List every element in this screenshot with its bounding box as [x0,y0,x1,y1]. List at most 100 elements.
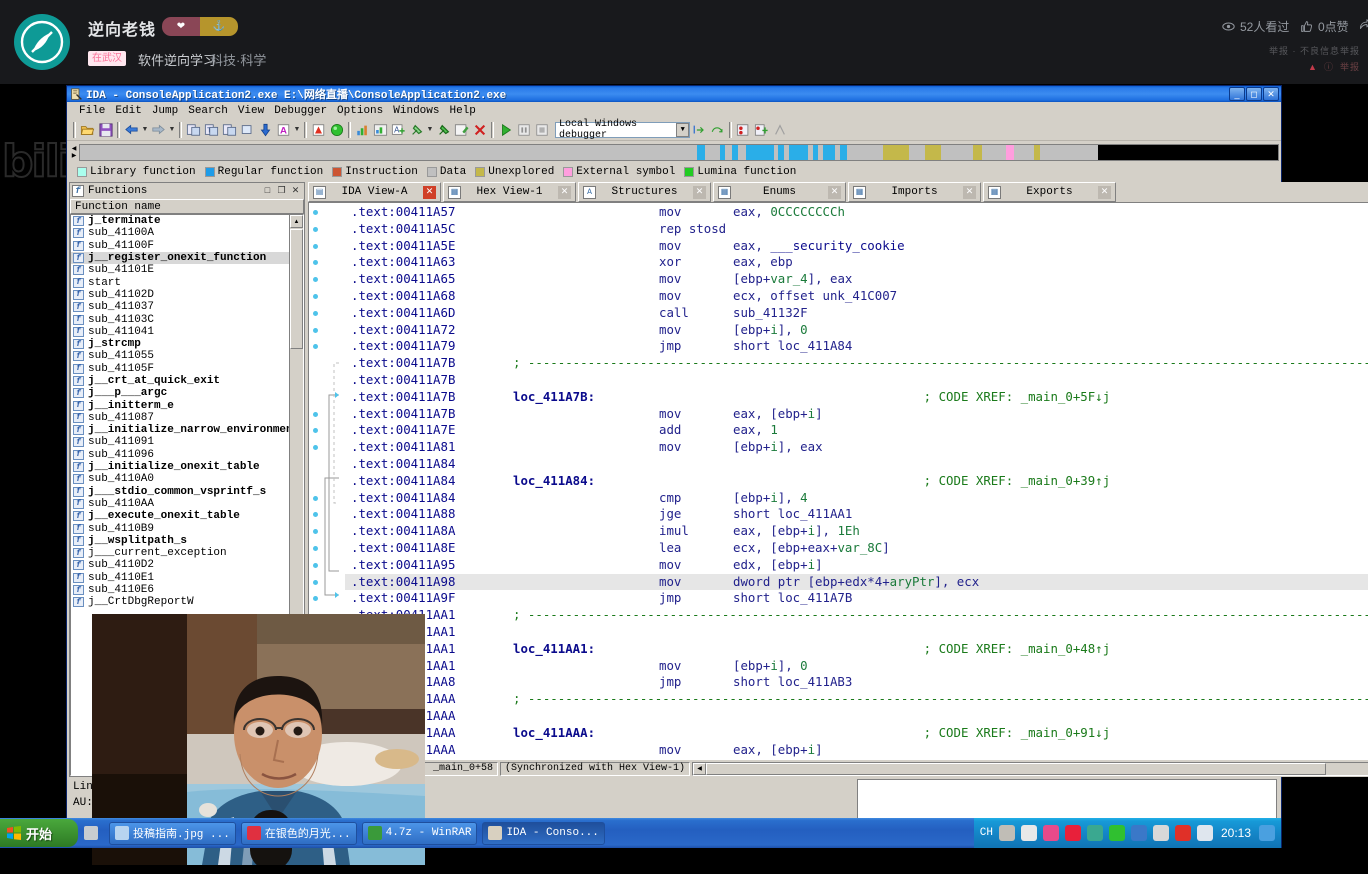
volume-icon[interactable] [1196,825,1213,841]
scroll-left-icon[interactable]: ◀ [693,762,707,775]
disassembly-line[interactable]: .text:00411A9F jmp short loc_411A7B [345,590,1368,607]
taskbar-task-button[interactable]: 在银色的月光... [240,821,357,845]
function-list-item[interactable]: f j__register_onexit_function [71,251,289,265]
function-list-item[interactable]: f sub_4110B9 [71,522,289,535]
forward-dropdown-icon[interactable]: ▼ [168,122,176,138]
function-list-item[interactable]: f j__initialize_narrow_environmen [71,424,289,436]
stream-area-parent[interactable]: 科技·科学 [210,50,266,69]
function-list-item[interactable]: f sub_4110E1 [71,572,289,584]
report-link-row-2[interactable]: ▲ ⓘ 举报 [1308,60,1360,73]
functions-panel-titlebar[interactable]: f Functions □ ❐ ✕ [70,183,304,199]
shield-icon[interactable] [1086,825,1103,841]
operand-variable[interactable]: i [808,523,815,540]
operand-variable[interactable]: i [770,490,777,507]
horizontal-scrollbar[interactable]: ◀ ▶ [692,761,1368,776]
breakpoints-icon[interactable] [735,121,752,138]
tab-structures[interactable]: A Structures ✕ [578,182,711,202]
taskbar-task-button[interactable]: IDA - Conso... [482,821,605,845]
functions-panel-dock-button[interactable]: ❐ [275,185,288,198]
start-button[interactable]: 开始 [0,819,78,847]
run-green-icon[interactable] [328,121,345,138]
function-list-item[interactable]: f sub_4110D2 [71,559,289,571]
disassembly-line[interactable]: .text:00411A7B loc_411A7B: ; CODE XREF: _m… [345,389,1368,406]
maximize-button[interactable]: ◻ [1246,87,1262,101]
analysis-icon[interactable] [310,121,327,138]
nav-band-arrows[interactable]: ◀ ▶ [69,143,79,161]
hscroll-thumb[interactable] [706,762,1327,775]
tab-close-icon[interactable]: ✕ [963,185,976,199]
function-list-item[interactable]: f sub_4110AA [71,498,289,510]
disassembly-line[interactable]: .text:00411A57 mov eax, 0CCCCCCCCh [345,204,1368,221]
operand-variable[interactable]: aryPtr [890,574,935,591]
keyboard-icon[interactable] [998,825,1015,841]
debugger-select[interactable]: Local Windows debugger ▼ [555,119,690,141]
sync-icon[interactable] [1108,825,1125,841]
operand-variable[interactable]: i [808,557,815,574]
function-list-item[interactable]: f sub_411055 [71,350,289,362]
function-list-item[interactable]: f j__initterm_e [71,399,289,412]
disassembly-line[interactable]: .text:00411AAAmoveax, [ebp+i] [345,742,1368,759]
disassembly-line[interactable]: .text:00411A7E add eax, 1 [345,422,1368,439]
disassembly-line[interactable]: .text:00411A88 jge short loc_411AA1 [345,506,1368,523]
save-icon[interactable] [97,121,114,138]
delete-red-x-icon[interactable] [471,121,488,138]
menu-search[interactable]: Search [183,105,233,117]
disassembly-line[interactable]: .text:00411AADaddeax, 1 [345,758,1368,759]
anchor-icon[interactable]: ⚓ [200,17,238,36]
disassembly-line[interactable]: .text:00411A68 mov ecx, offset unk_41C007 [345,288,1368,305]
tab-imports[interactable]: ▦ Imports ✕ [848,182,981,202]
function-list-item[interactable]: f j___current_exception [71,547,289,559]
function-list-item[interactable]: f sub_411041 [71,326,289,338]
menu-file[interactable]: File [74,105,110,117]
pin-dropdown-icon[interactable]: ▼ [426,122,434,138]
disassembly-line[interactable]: .text:00411AA1; ------------------------… [345,607,1368,624]
function-list-item[interactable]: f sub_41100A [71,227,289,239]
rename-icon[interactable]: A [275,121,292,138]
scroll-up-icon[interactable]: ▲ [290,215,303,228]
operand-variable[interactable]: i [808,742,815,759]
rename-dropdown-icon[interactable]: ▼ [293,122,301,138]
tab-enums[interactable]: ▦ Enums ✕ [713,182,846,202]
function-list-item[interactable]: f sub_4110A0 [71,473,289,485]
down-arrow-icon[interactable] [257,121,274,138]
disassembly-line[interactable]: .text:00411A98 mov dword ptr [ebp+edx*4+ ar… [345,573,1368,591]
tab-hex-view-1[interactable]: ▦ Hex View-1 ✕ [443,182,576,202]
code-view-icon[interactable] [185,121,202,138]
nav-band-strip[interactable] [79,143,1279,161]
graph-view-icon[interactable] [239,121,256,138]
disassembly-line[interactable]: .text:00411A5E mov eax, ___security_cookie [345,238,1368,255]
disassembly-line[interactable]: .text:00411AA1mov[ebp+i], 0 [345,658,1368,675]
menu-help[interactable]: Help [444,105,480,117]
share-button[interactable] [1358,18,1368,31]
functions-panel-close-button[interactable]: ✕ [289,185,302,198]
disassembly-line[interactable]: .text:00411A84 [345,456,1368,473]
tab-close-icon[interactable]: ✕ [1098,185,1111,199]
step-over-icon[interactable] [709,121,726,138]
report-link-row[interactable]: 举报 · 不良信息举报 [1269,44,1360,57]
debug-run-icon[interactable] [497,121,514,138]
hex-view-icon[interactable] [221,121,238,138]
menu-debugger[interactable]: Debugger [269,105,332,117]
disassembly-line[interactable]: .text:00411A5C rep stosd [345,221,1368,238]
disassembly-line[interactable]: .text:00411A63 xor eax, ebp [345,254,1368,271]
function-list-item[interactable]: f j__wsplitpath_s [71,535,289,547]
ida-title-bar[interactable]: IDA - ConsoleApplication2.exe E:\网络直播\Co… [67,86,1281,102]
disassembly-line[interactable]: .text:00411A7B [345,372,1368,389]
antivirus-icon[interactable] [1174,825,1191,841]
debug-pause-icon[interactable] [515,121,532,138]
quicklaunch-icon[interactable] [84,826,98,840]
disassembly-line[interactable]: .text:00411AAAloc_411AAA:; CODE XREF: _m… [345,725,1368,742]
disassembly-line[interactable]: .text:00411A95 mov edx, [ebp+ i] [345,557,1368,574]
function-list-item[interactable]: f sub_411087 [71,412,289,424]
chevron-down-icon[interactable]: ▼ [676,122,689,137]
disassembly-line[interactable]: .text:00411A8A imul eax, [ebp+ i], 1Eh [345,523,1368,540]
function-list-item[interactable]: f j__crt_at_quick_exit [71,375,289,387]
back-dropdown-icon[interactable]: ▼ [141,122,149,138]
operand-variable[interactable]: var_8C [837,540,882,557]
streamer-avatar[interactable] [14,14,70,70]
disassembly-line[interactable]: .text:00411AA1loc_411AA1:; CODE XREF: _m… [345,641,1368,658]
show-desktop-icon[interactable] [1259,825,1275,841]
operand-variable[interactable]: i [770,658,777,675]
disassembly-body[interactable]: .text:00411A57 mov eax, 0CCCCCCCCh .text:00… [308,202,1368,760]
tab-close-icon[interactable]: ✕ [693,185,706,199]
